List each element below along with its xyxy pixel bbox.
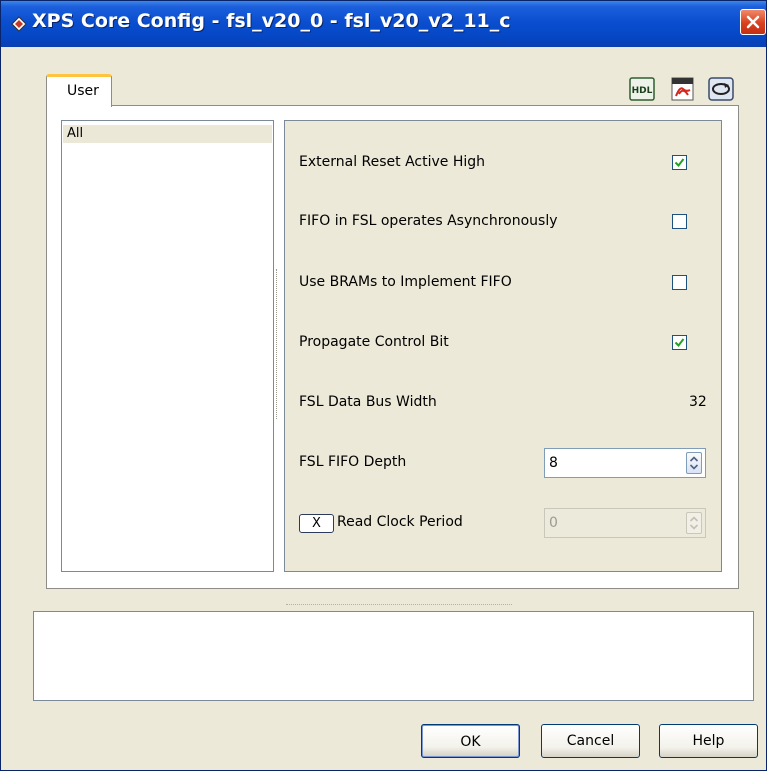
- fifo-depth-spinner[interactable]: 8: [544, 448, 706, 478]
- read-clock-spinner: 0: [544, 508, 706, 538]
- diamond-app-icon: [11, 16, 27, 32]
- fifo-depth-value[interactable]: 8: [549, 455, 558, 471]
- title-bar[interactable]: XPS Core Config - fsl_v20_0 - fsl_v20_v2…: [1, 1, 766, 47]
- cancel-button[interactable]: Cancel: [541, 724, 640, 758]
- hdl-label: HDL: [632, 86, 653, 96]
- close-icon: [746, 15, 760, 29]
- category-list[interactable]: All: [61, 120, 274, 572]
- checkmark-icon: [674, 158, 685, 168]
- fifo-depth-stepper[interactable]: [686, 452, 702, 474]
- fifo-async-checkbox[interactable]: [672, 214, 687, 229]
- category-item-all[interactable]: All: [63, 125, 272, 143]
- use-brams-checkbox[interactable]: [672, 275, 687, 290]
- external-reset-checkbox[interactable]: [672, 155, 687, 170]
- hdl-button[interactable]: HDL: [629, 77, 655, 101]
- help-button[interactable]: Help: [659, 724, 758, 758]
- refresh-icon: [708, 77, 734, 101]
- spinner-arrows-icon: [689, 516, 699, 530]
- horizontal-splitter[interactable]: [286, 604, 512, 607]
- pdf-button[interactable]: [670, 77, 696, 101]
- xps-core-config-dialog: XPS Core Config - fsl_v20_0 - fsl_v20_v2…: [0, 0, 767, 771]
- param-label-data-bus-width: FSL Data Bus Width: [299, 394, 437, 410]
- param-label-fifo-async: FIFO in FSL operates Asynchronously: [299, 213, 558, 229]
- window-title: XPS Core Config - fsl_v20_0 - fsl_v20_v2…: [32, 10, 511, 32]
- read-clock-toggle-button[interactable]: X: [299, 514, 334, 533]
- hdl-icon: HDL: [629, 77, 655, 101]
- description-area: [33, 611, 754, 701]
- checkmark-icon: [674, 338, 685, 348]
- read-clock-value: 0: [549, 515, 558, 531]
- spinner-arrows-icon: [689, 456, 699, 470]
- tab-user-label: User: [67, 83, 99, 99]
- ok-button[interactable]: OK: [421, 724, 520, 758]
- param-label-read-clock: Read Clock Period: [337, 514, 463, 530]
- param-label-propagate-control: Propagate Control Bit: [299, 334, 449, 350]
- pdf-icon: [671, 77, 694, 101]
- propagate-control-checkbox[interactable]: [672, 335, 687, 350]
- tab-user[interactable]: User: [46, 74, 112, 107]
- read-clock-stepper: [686, 512, 702, 534]
- param-label-use-brams: Use BRAMs to Implement FIFO: [299, 274, 512, 290]
- close-button[interactable]: [740, 9, 766, 35]
- vertical-splitter[interactable]: [276, 269, 281, 419]
- refresh-button[interactable]: [708, 77, 734, 101]
- data-bus-width-value: 32: [689, 394, 707, 410]
- param-label-external-reset: External Reset Active High: [299, 154, 486, 170]
- param-label-fifo-depth: FSL FIFO Depth: [299, 454, 407, 470]
